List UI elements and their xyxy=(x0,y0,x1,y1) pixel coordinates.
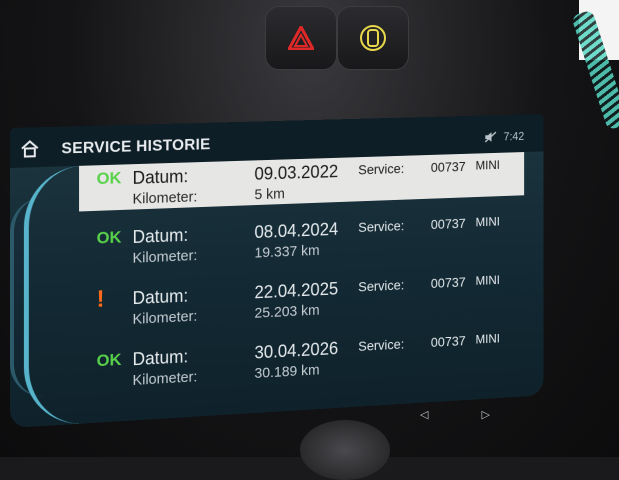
mute-icon xyxy=(484,131,496,143)
service-history-list: OK Datum: Kilometer: 09.03.2022 5 km Ser… xyxy=(79,152,525,410)
status-ok: OK xyxy=(96,350,122,371)
triangle-right-icon[interactable]: ▷ xyxy=(482,409,490,421)
km-label: Kilometer: xyxy=(132,247,198,267)
status-warning: ! xyxy=(96,285,105,313)
central-lock-button[interactable] xyxy=(337,6,409,70)
date-label: Datum: xyxy=(132,346,189,370)
date-value: 08.04.2024 xyxy=(254,219,339,243)
service-model: MINI xyxy=(475,214,500,230)
service-code: 00737 xyxy=(430,158,466,175)
service-label: Service: xyxy=(358,336,405,354)
page-title: SERVICE HISTORIE xyxy=(61,136,211,158)
triangle-left-icon[interactable]: ◁ xyxy=(420,409,428,421)
clock: 7:42 xyxy=(503,129,525,144)
car-lock-icon xyxy=(360,25,386,51)
status-ok: OK xyxy=(96,227,122,248)
status-ok: OK xyxy=(96,168,122,189)
km-label: Kilometer: xyxy=(132,307,198,328)
touch-controls: ◁ ▷ xyxy=(420,408,490,421)
date-label: Datum: xyxy=(132,225,189,247)
service-model: MINI xyxy=(475,272,500,288)
date-value: 30.04.2026 xyxy=(254,338,339,363)
hazard-triangle-icon xyxy=(288,26,314,50)
hazard-button[interactable] xyxy=(265,6,337,70)
service-label: Service: xyxy=(358,217,405,235)
km-value: 5 km xyxy=(254,185,285,204)
date-value: 09.03.2022 xyxy=(254,161,339,184)
km-value: 25.203 km xyxy=(254,301,320,322)
service-label: Service: xyxy=(358,160,405,178)
km-label: Kilometer: xyxy=(132,188,198,208)
km-value: 30.189 km xyxy=(254,361,320,382)
service-code: 00737 xyxy=(430,274,466,291)
control-knob[interactable] xyxy=(300,420,390,480)
date-value: 22.04.2025 xyxy=(254,278,339,303)
service-code: 00737 xyxy=(430,215,466,232)
date-label: Datum: xyxy=(132,166,189,188)
infotainment-display: SERVICE HISTORIE 7:42 OK Datum: Kilomete… xyxy=(10,113,544,429)
service-model: MINI xyxy=(475,157,500,173)
service-model: MINI xyxy=(475,330,500,347)
km-value: 19.337 km xyxy=(254,242,320,262)
date-label: Datum: xyxy=(132,285,189,309)
service-label: Service: xyxy=(358,276,405,295)
km-label: Kilometer: xyxy=(132,368,198,389)
status-bar: 7:42 xyxy=(484,129,524,143)
home-icon[interactable] xyxy=(20,139,40,163)
service-code: 00737 xyxy=(430,332,466,350)
